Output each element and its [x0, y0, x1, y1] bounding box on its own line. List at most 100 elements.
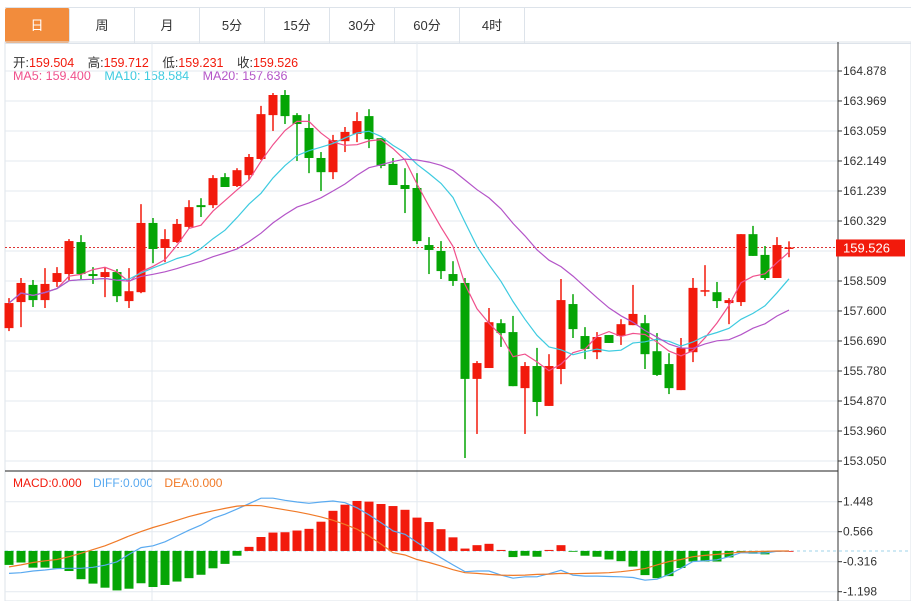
macd-bar — [520, 550, 530, 556]
current-price-label: 159.526 — [843, 240, 890, 255]
candle-body — [352, 121, 362, 134]
macd-bar — [64, 550, 74, 572]
candle — [244, 154, 254, 181]
macd-bar — [544, 549, 554, 551]
candle-body — [748, 234, 758, 256]
macd-bar — [184, 550, 194, 579]
macd-bar — [424, 522, 434, 551]
macd-bar — [496, 549, 506, 551]
open-value: 159.504 — [28, 56, 75, 70]
candle — [352, 112, 362, 143]
tab-6[interactable]: 60分 — [395, 8, 460, 43]
candle — [412, 173, 422, 245]
low-label: 低: — [162, 56, 179, 70]
candle-body — [604, 335, 614, 343]
candle — [568, 294, 578, 339]
price-tick-label: 158.509 — [843, 274, 887, 288]
candle — [520, 362, 530, 434]
macd-bar — [160, 550, 170, 585]
candle — [784, 241, 794, 258]
macd-bar — [472, 545, 482, 551]
candle-body — [112, 272, 122, 297]
macd-bar — [688, 550, 698, 562]
low-value: 159.231 — [178, 56, 224, 70]
tab-7[interactable]: 4时 — [460, 8, 525, 43]
ma10-line — [8, 130, 790, 356]
candle — [364, 109, 374, 149]
tab-2[interactable]: 月 — [135, 8, 200, 43]
macd-bar — [616, 550, 626, 562]
candle — [232, 168, 242, 187]
macd-bar — [460, 548, 470, 551]
tab-3[interactable]: 5分 — [200, 8, 265, 43]
candle — [280, 90, 290, 125]
macd-bar — [664, 550, 674, 577]
ma20-value: MA20: 157.636 — [202, 69, 288, 83]
macd-bar — [280, 532, 290, 551]
tab-0[interactable]: 日 — [5, 8, 70, 43]
candle-body — [184, 207, 194, 227]
macd-bar — [304, 528, 314, 551]
candle-body — [328, 140, 338, 173]
candle-body — [76, 242, 86, 275]
candle — [256, 105, 266, 160]
macd-bar — [736, 550, 746, 552]
candle-body — [592, 337, 602, 353]
macd-bar — [388, 506, 398, 551]
candle-body — [256, 114, 266, 159]
macd-bar — [508, 550, 518, 558]
tab-4[interactable]: 15分 — [265, 8, 330, 43]
candle-body — [304, 127, 314, 158]
macd-bar — [652, 550, 662, 579]
candle — [628, 284, 638, 326]
candle — [736, 234, 746, 307]
macd-info: MACD:0.000 DIFF:0.000 DEA:0.000 — [13, 476, 222, 490]
macd-bar — [532, 550, 542, 557]
candle — [400, 168, 410, 214]
candle — [472, 361, 482, 434]
price-tick-label: 164.878 — [843, 64, 887, 78]
macd-bar — [16, 550, 26, 563]
candle-body — [460, 282, 470, 379]
candle — [172, 218, 182, 244]
candle-body — [208, 178, 218, 206]
macd-bar — [244, 546, 254, 551]
price-tick-label: 153.960 — [843, 424, 887, 438]
candle — [448, 261, 458, 286]
tab-5[interactable]: 30分 — [330, 8, 395, 43]
candle-body — [100, 272, 110, 278]
tab-1[interactable]: 周 — [70, 8, 135, 43]
candle-body — [364, 116, 374, 140]
macd-bar — [112, 550, 122, 591]
kline-chart[interactable]: 164.878 163.969 163.059 162.149 161.239 160.3… — [0, 0, 911, 601]
macd-bar — [4, 550, 14, 565]
price-tick-label: 155.780 — [843, 364, 887, 378]
macd-bar — [556, 545, 566, 551]
candle-body — [472, 363, 482, 379]
macd-bar — [256, 537, 266, 551]
candle — [64, 239, 74, 281]
candle-body — [784, 247, 794, 249]
price-tick-label: 154.870 — [843, 394, 887, 408]
candle-body — [52, 273, 62, 282]
candle-body — [580, 336, 590, 349]
candle-body — [316, 157, 326, 173]
candle-body — [736, 234, 746, 303]
candle-body — [220, 177, 230, 187]
candle — [136, 204, 146, 294]
candle-body — [640, 323, 650, 355]
macd-tick-label: 1.448 — [843, 495, 873, 509]
candle — [148, 217, 158, 264]
macd-tick-label: -0.316 — [843, 555, 877, 569]
candle — [316, 152, 326, 191]
candle-body — [412, 187, 422, 242]
macd-bar — [220, 550, 230, 564]
high-label: 高: — [87, 56, 104, 70]
candle — [388, 157, 398, 186]
macd-bar — [400, 509, 410, 551]
macd-bar — [760, 550, 770, 555]
macd-bar — [232, 550, 242, 556]
candle — [160, 229, 170, 263]
candle-body — [712, 292, 722, 302]
candle-body — [688, 287, 698, 353]
